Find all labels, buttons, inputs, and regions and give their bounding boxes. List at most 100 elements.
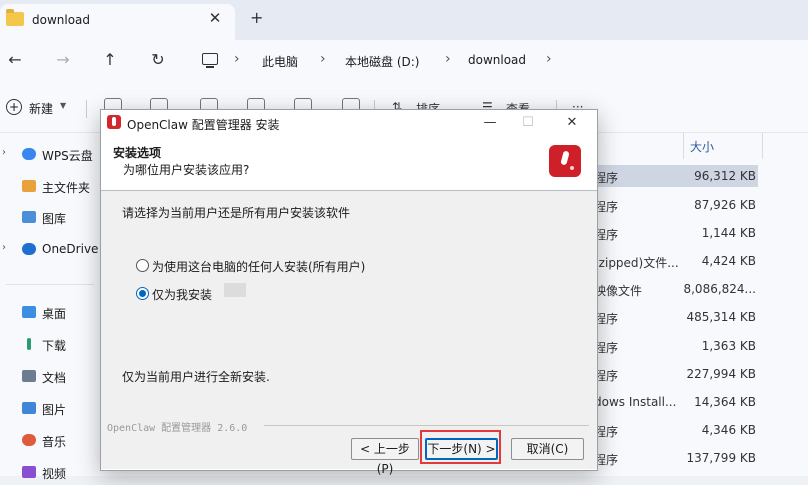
breadcrumb-separator: › <box>234 51 240 67</box>
file-row[interactable]: 程序 96,312 KB <box>590 165 758 187</box>
sidebar-item-label: 音乐 <box>42 435 67 449</box>
breadcrumb-separator: › <box>546 51 552 67</box>
close-button[interactable]: ✕ <box>555 112 589 134</box>
column-divider[interactable] <box>683 133 684 159</box>
openclaw-app-icon <box>107 115 121 129</box>
close-tab-icon[interactable]: ✕ <box>207 10 223 26</box>
dialog-title: OpenClaw 配置管理器 安装 <box>127 118 280 132</box>
sidebar-item-downloads[interactable]: 下载 <box>0 333 100 357</box>
minimize-button[interactable]: — <box>473 112 507 134</box>
sidebar-item-wps-cloud[interactable]: › WPS云盘 <box>0 143 100 167</box>
toolbar-divider <box>86 100 87 118</box>
sidebar-item-label: 视频 <box>42 467 67 481</box>
branding-text: OpenClaw 配置管理器 2.6.0 <box>107 423 248 434</box>
chevron-down-icon: ▼ <box>60 101 67 110</box>
file-size: 485,314 KB <box>686 310 756 324</box>
file-type: 程序 <box>594 425 619 439</box>
file-row[interactable]: 程序 485,314 KB <box>590 306 758 328</box>
sidebar-item-label: 桌面 <box>42 307 67 321</box>
file-type: 映像文件 <box>594 284 643 298</box>
file-row[interactable]: 程序 227,994 KB <box>590 363 758 385</box>
sidebar-item-videos[interactable]: 视频 <box>0 461 100 485</box>
openclaw-logo-icon <box>549 145 581 177</box>
file-row[interactable]: 程序 4,346 KB <box>590 419 758 441</box>
up-arrow-icon[interactable]: ↑ <box>99 49 121 71</box>
file-row[interactable]: (zipped)文件... 4,424 KB <box>590 250 758 272</box>
navigation-pane: › WPS云盘 主文件夹 图库 › OneDrive 桌面 下载 文档 图片 音… <box>0 133 100 481</box>
new-tab-button[interactable]: + <box>250 10 263 26</box>
file-size: 137,799 KB <box>686 451 756 465</box>
cancel-button[interactable]: 取消(C) <box>511 438 584 460</box>
radio-circle-icon[interactable] <box>136 259 149 272</box>
breadcrumb-this-pc[interactable]: 此电脑 <box>262 53 298 70</box>
file-type: 程序 <box>594 200 619 214</box>
file-size: 1,144 KB <box>701 226 756 240</box>
next-button-highlight <box>420 430 501 464</box>
file-row[interactable]: 程序 1,363 KB <box>590 335 758 357</box>
file-row[interactable]: 映像文件 8,086,824... <box>590 278 758 300</box>
dialog-header: 安装选项 为哪位用户安装该应用? <box>101 136 597 191</box>
sidebar-item-pictures[interactable]: 图片 <box>0 397 100 421</box>
file-size: 1,363 KB <box>701 339 756 353</box>
page-title: 安装选项 <box>113 146 162 160</box>
sidebar-item-desktop[interactable]: 桌面 <box>0 301 100 325</box>
download-icon <box>27 338 31 350</box>
sidebar-item-label: OneDrive <box>42 242 99 256</box>
sidebar-item-documents[interactable]: 文档 <box>0 365 100 389</box>
back-button[interactable]: < 上一步(P) <box>351 438 419 476</box>
breadcrumb-separator: › <box>320 51 326 67</box>
back-arrow-icon[interactable]: ← <box>4 49 26 71</box>
installer-dialog: OpenClaw 配置管理器 安装 — ☐ ✕ 安装选项 为哪位用户安装该应用?… <box>100 109 598 476</box>
instruction-text: 请选择为当前用户还是所有用户安装该软件 <box>122 206 351 220</box>
sidebar-item-onedrive[interactable]: › OneDrive <box>0 238 100 262</box>
sidebar-item-home[interactable]: 主文件夹 <box>0 175 100 199</box>
folder-icon <box>6 9 24 26</box>
file-size: 4,424 KB <box>701 254 756 268</box>
music-icon <box>22 434 36 446</box>
radio-label[interactable]: 为使用这台电脑的任何人安装(所有用户) <box>152 258 365 275</box>
file-type: 程序 <box>594 369 619 383</box>
column-header-size[interactable]: 大小 <box>690 138 714 155</box>
file-type: 程序 <box>594 171 619 185</box>
breadcrumb-local-disk[interactable]: 本地磁盘 (D:) <box>345 53 419 70</box>
dialog-body: 请选择为当前用户还是所有用户安装该软件 为使用这台电脑的任何人安装(所有用户) … <box>101 191 597 476</box>
desktop-icon <box>22 306 36 318</box>
claw-icon <box>560 150 570 166</box>
new-button[interactable]: 新建 <box>29 100 53 117</box>
file-type: 程序 <box>594 312 619 326</box>
dialog-titlebar[interactable]: OpenClaw 配置管理器 安装 — ☐ ✕ <box>101 110 597 136</box>
breadcrumb-download[interactable]: download <box>468 53 526 67</box>
radio-label[interactable]: 仅为我安装 <box>152 286 212 303</box>
forward-arrow-icon[interactable]: → <box>52 49 74 71</box>
sidebar-item-label: WPS云盘 <box>42 149 93 163</box>
page-subtitle: 为哪位用户安装该应用? <box>123 163 250 177</box>
cloud-icon <box>22 148 36 160</box>
file-type: dows Install... <box>594 395 677 409</box>
file-size: 4,346 KB <box>701 423 756 437</box>
computer-icon <box>202 53 218 68</box>
refresh-icon[interactable]: ↻ <box>147 49 169 71</box>
radio-selected-icon[interactable] <box>136 287 149 300</box>
sidebar-item-label: 主文件夹 <box>42 181 91 195</box>
file-type: 程序 <box>594 453 619 467</box>
address-bar[interactable]: › 此电脑 › 本地磁盘 (D:) › download › <box>196 44 808 76</box>
sidebar-item-label: 文档 <box>42 371 67 385</box>
chevron-right-icon[interactable]: › <box>2 147 6 158</box>
plus-icon[interactable]: + <box>6 99 22 115</box>
file-row[interactable]: 程序 137,799 KB <box>590 447 758 469</box>
file-row[interactable]: dows Install... 14,364 KB <box>590 391 758 413</box>
sidebar-item-label: 图库 <box>42 212 67 226</box>
file-row[interactable]: 程序 87,926 KB <box>590 194 758 216</box>
sidebar-item-gallery[interactable]: 图库 <box>0 206 100 230</box>
file-row[interactable]: 程序 1,144 KB <box>590 222 758 244</box>
sidebar-divider <box>6 284 94 285</box>
file-size: 14,364 KB <box>694 395 756 409</box>
file-size: 96,312 KB <box>694 169 756 183</box>
tab-download[interactable]: download ✕ <box>0 4 235 40</box>
sidebar-item-music[interactable]: 音乐 <box>0 429 100 453</box>
column-divider[interactable] <box>762 133 763 159</box>
chevron-right-icon[interactable]: › <box>2 242 6 253</box>
tab-bar: download ✕ + <box>0 0 808 40</box>
logo-dot <box>570 166 574 170</box>
file-type: 程序 <box>594 341 619 355</box>
